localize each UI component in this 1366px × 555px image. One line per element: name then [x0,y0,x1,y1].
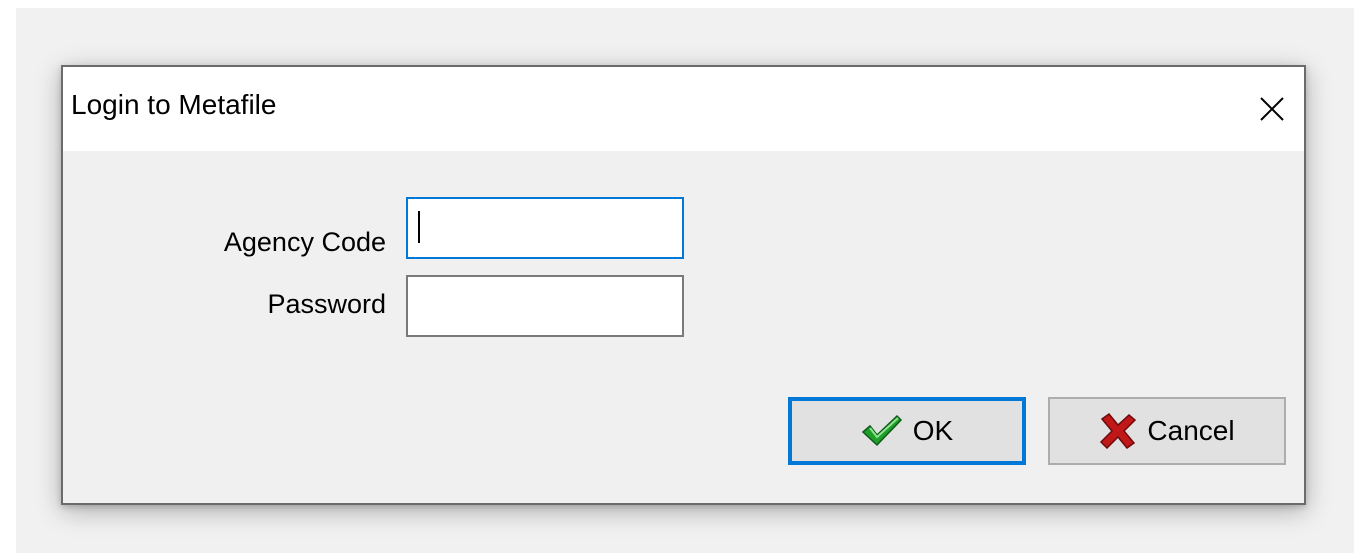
close-button[interactable] [1240,67,1304,151]
text-caret [418,211,420,243]
red-x-icon [1100,413,1137,449]
agency-code-input[interactable] [406,197,684,259]
close-icon [1260,97,1284,121]
agency-code-label: Agency Code [223,227,386,257]
ok-button[interactable]: OK [788,397,1026,465]
password-label: Password [267,289,386,319]
dialog-titlebar: Login to Metafile [63,67,1304,151]
dialog-title: Login to Metafile [71,89,277,120]
password-input[interactable] [406,275,684,337]
ok-button-label: OK [912,415,954,446]
cancel-button-label: Cancel [1147,415,1235,446]
cancel-button[interactable]: Cancel [1048,397,1286,465]
login-dialog: Login to Metafile Agency Code Password O… [61,65,1306,505]
checkmark-icon [861,414,902,447]
